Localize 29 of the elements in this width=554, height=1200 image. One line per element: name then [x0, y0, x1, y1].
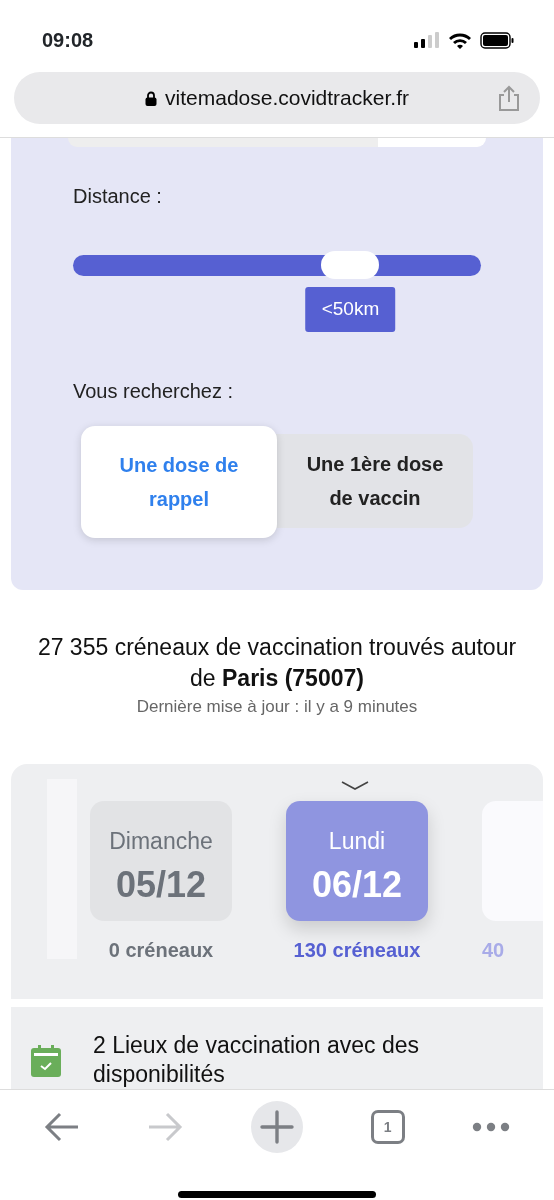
chevron-down-icon[interactable]: [341, 780, 369, 790]
day-card[interactable]: Dimanche 05/12: [90, 800, 232, 921]
places-heading: 2 Lieux de vaccination avec des disponibilités: [93, 1030, 421, 1089]
lock-icon: [145, 90, 158, 106]
slider-thumb[interactable]: [321, 251, 380, 279]
slot-count: 40: [482, 937, 505, 963]
wifi-icon: [448, 31, 472, 49]
new-tab-button[interactable]: [251, 1100, 303, 1153]
slot-count: 130 créneaux: [293, 937, 421, 963]
search-label: Vous recherchez :: [73, 379, 235, 404]
select-field[interactable]: [68, 138, 486, 147]
day-card[interactable]: Lundi 06/12: [286, 800, 428, 921]
signal-icon: [414, 32, 440, 48]
clock-time: 09:08: [42, 28, 94, 53]
dose-option[interactable]: Une dose de rappel: [81, 426, 277, 538]
dose-option[interactable]: Une 1ère dose de vaccin: [277, 434, 473, 528]
url-text: vitemadose.covidtracker.fr: [165, 85, 409, 112]
address-bar[interactable]: vitemadose.covidtracker.fr: [14, 72, 540, 124]
back-button[interactable]: [43, 1110, 80, 1143]
distance-tooltip: <50km: [305, 287, 396, 332]
distance-label: Distance :: [73, 184, 163, 209]
results-summary: 27 355 créneaux de vaccination trouvés autour de Paris (75007): [36, 633, 518, 693]
tabs-button[interactable]: 1: [370, 1109, 405, 1144]
share-icon[interactable]: [498, 84, 520, 112]
battery-icon: [480, 31, 514, 49]
last-update-text: Dernière mise à jour : il y a 9 minutes: [135, 696, 419, 718]
slot-count: 0 créneaux: [108, 937, 214, 963]
calendar-check-icon: [31, 1044, 61, 1077]
more-button[interactable]: [472, 1121, 511, 1132]
